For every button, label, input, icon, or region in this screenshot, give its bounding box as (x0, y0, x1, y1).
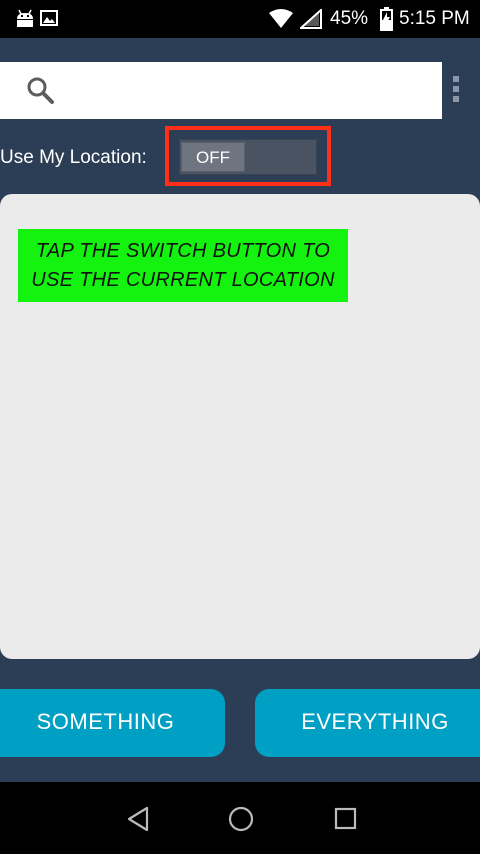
android-icon (17, 9, 33, 27)
hint-banner: TAP THE SWITCH BUTTON TO USE THE CURRENT… (18, 229, 348, 302)
search-input[interactable] (0, 62, 442, 119)
hint-line-1: TAP THE SWITCH BUTTON TO (35, 240, 331, 262)
status-bar: 45% 5:15 PM (0, 0, 480, 38)
overflow-menu-icon[interactable] (450, 76, 462, 106)
location-switch[interactable]: OFF (179, 139, 317, 175)
home-icon[interactable] (228, 806, 254, 832)
something-button[interactable]: SOMETHING (0, 689, 225, 757)
image-icon (40, 10, 58, 26)
recents-icon[interactable] (334, 807, 358, 831)
signal-icon (300, 9, 322, 29)
use-location-label: Use My Location: (0, 147, 147, 168)
battery-charging-icon (380, 7, 393, 31)
everything-button[interactable]: EVERYTHING (255, 689, 480, 757)
clock: 5:15 PM (399, 8, 470, 29)
back-icon[interactable] (126, 806, 150, 832)
battery-percent: 45% (330, 8, 369, 29)
hint-line-2: USE THE CURRENT LOCATION (31, 269, 335, 291)
search-icon[interactable] (26, 76, 56, 106)
navigation-bar (0, 782, 480, 854)
wifi-icon (269, 9, 293, 28)
switch-thumb: OFF (181, 142, 245, 172)
